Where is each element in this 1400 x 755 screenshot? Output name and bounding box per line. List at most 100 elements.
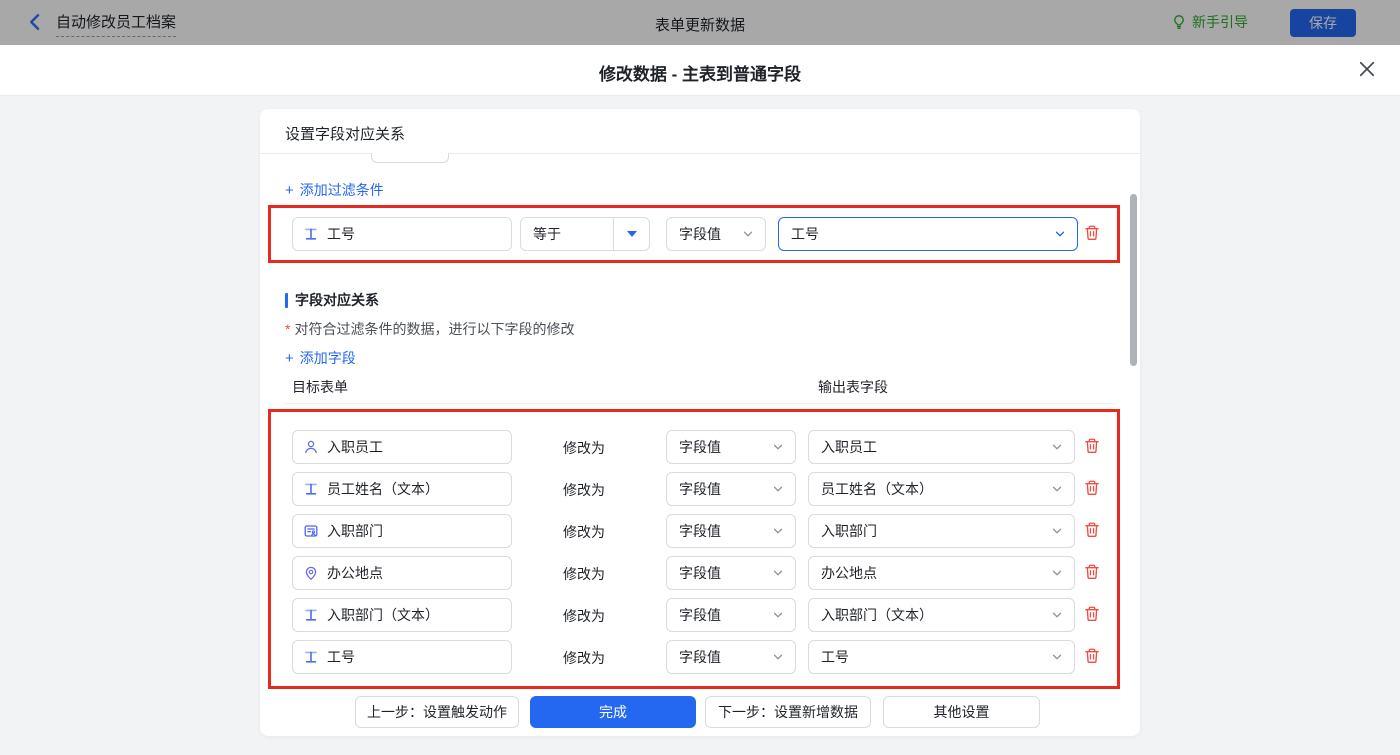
- output-field-select[interactable]: 办公地点: [808, 556, 1075, 590]
- modify-to-label: 修改为: [563, 648, 605, 668]
- chevron-down-icon: [1050, 566, 1064, 580]
- target-field-label: 工号: [327, 647, 355, 667]
- add-field-label: 添加字段: [300, 348, 356, 368]
- dialog-header: 修改数据 - 主表到普通字段: [0, 45, 1400, 95]
- output-field-select[interactable]: 入职员工: [808, 430, 1075, 464]
- guide-label: 新手引导: [1192, 12, 1248, 32]
- output-field-value: 工号: [809, 647, 1050, 667]
- triangle-down-icon: [627, 231, 637, 237]
- dialog-body: 设置字段对应关系 + 添加过滤条件 工号 等于: [0, 95, 1400, 755]
- save-button[interactable]: 保存: [1290, 9, 1356, 37]
- chevron-down-icon: [1050, 440, 1064, 454]
- trash-icon: [1083, 224, 1101, 242]
- value-type-value: 字段值: [667, 605, 771, 625]
- filter-field-input[interactable]: 工号: [292, 217, 512, 251]
- done-button[interactable]: 完成: [530, 696, 696, 728]
- target-field-input[interactable]: 入职员工: [292, 430, 512, 464]
- output-field-select[interactable]: 员工姓名（文本）: [808, 472, 1075, 506]
- value-type-select[interactable]: 字段值: [666, 598, 796, 632]
- section-title: 字段对应关系: [285, 290, 379, 310]
- chevron-down-icon: [1053, 227, 1067, 241]
- top-bar: 自动修改员工档案 表单更新数据 新手引导 保存: [0, 0, 1400, 45]
- add-filter-label: 添加过滤条件: [300, 180, 384, 200]
- target-field-label: 办公地点: [327, 563, 383, 583]
- output-field-value: 入职员工: [809, 437, 1050, 457]
- delete-row-button[interactable]: [1082, 479, 1102, 499]
- target-field-input[interactable]: 办公地点: [292, 556, 512, 590]
- plus-icon: +: [285, 183, 294, 198]
- target-field-label: 入职员工: [327, 437, 383, 457]
- delete-row-button[interactable]: [1082, 647, 1102, 667]
- filter-value: 工号: [779, 224, 1053, 244]
- modify-to-label: 修改为: [563, 438, 605, 458]
- close-icon: [1357, 59, 1377, 79]
- plus-icon: +: [285, 351, 294, 366]
- target-field-label: 入职部门: [327, 521, 383, 541]
- trash-icon: [1083, 647, 1101, 665]
- other-settings-button[interactable]: 其他设置: [883, 696, 1040, 728]
- output-field-select[interactable]: 工号: [808, 640, 1075, 674]
- location-icon: [303, 565, 319, 581]
- mapping-row: 员工姓名（文本） 修改为 字段值 员工姓名（文本）: [260, 472, 1140, 506]
- section-description: *对符合过滤条件的数据，进行以下字段的修改: [285, 319, 574, 339]
- value-type-value: 字段值: [667, 563, 771, 583]
- delete-row-button[interactable]: [1082, 437, 1102, 457]
- value-type-select[interactable]: 字段值: [666, 556, 796, 590]
- filter-field-label: 工号: [327, 224, 355, 244]
- chevron-down-icon: [771, 524, 785, 538]
- value-type-select[interactable]: 字段值: [666, 514, 796, 548]
- page: 自动修改员工档案 表单更新数据 新手引导 保存 修改数据 - 主表到普通字段 设…: [0, 0, 1400, 755]
- add-field-link[interactable]: + 添加字段: [285, 348, 356, 368]
- filter-operator-select[interactable]: 等于: [520, 217, 650, 251]
- value-type-select[interactable]: 字段值: [666, 472, 796, 506]
- delete-filter-button[interactable]: [1082, 224, 1102, 244]
- output-field-select[interactable]: 入职部门: [808, 514, 1075, 548]
- chevron-down-icon: [771, 608, 785, 622]
- chevron-down-icon: [1050, 482, 1064, 496]
- value-type-value: 字段值: [667, 521, 771, 541]
- text-icon: [303, 481, 319, 497]
- add-filter-link[interactable]: + 添加过滤条件: [285, 180, 384, 200]
- trash-icon: [1083, 563, 1101, 581]
- mapping-row: 工号 修改为 字段值 工号: [260, 640, 1140, 674]
- bulb-icon: [1171, 14, 1187, 30]
- value-type-value: 字段值: [667, 479, 771, 499]
- panel-header: 设置字段对应关系: [285, 123, 405, 144]
- chevron-down-icon: [771, 440, 785, 454]
- chevron-down-icon: [771, 650, 785, 664]
- output-field-select[interactable]: 入职部门（文本）: [808, 598, 1075, 632]
- mapping-row: 入职部门（文本） 修改为 字段值 入职部门（文本）: [260, 598, 1140, 632]
- chevron-down-icon: [1050, 650, 1064, 664]
- target-field-input[interactable]: 入职部门: [292, 514, 512, 548]
- operator-dropdown-toggle[interactable]: [613, 218, 649, 250]
- chevron-down-icon: [771, 566, 785, 580]
- settings-panel: 设置字段对应关系 + 添加过滤条件 工号 等于: [260, 109, 1140, 736]
- target-field-input[interactable]: 入职部门（文本）: [292, 598, 512, 632]
- target-field-input[interactable]: 员工姓名（文本）: [292, 472, 512, 506]
- target-field-input[interactable]: 工号: [292, 640, 512, 674]
- text-icon: [303, 649, 319, 665]
- delete-row-button[interactable]: [1082, 521, 1102, 541]
- scrollbar-thumb[interactable]: [1130, 194, 1137, 366]
- chevron-down-icon: [771, 482, 785, 496]
- delete-row-button[interactable]: [1082, 605, 1102, 625]
- close-button[interactable]: [1356, 59, 1378, 81]
- delete-row-button[interactable]: [1082, 563, 1102, 583]
- beginner-guide-link[interactable]: 新手引导: [1171, 12, 1248, 32]
- trash-icon: [1083, 605, 1101, 623]
- filter-value-select[interactable]: 工号: [778, 217, 1078, 251]
- department-icon: [303, 523, 319, 539]
- text-icon: [303, 607, 319, 623]
- value-type-select[interactable]: 字段值: [666, 430, 796, 464]
- value-type-select[interactable]: 字段值: [666, 640, 796, 674]
- output-field-value: 入职部门: [809, 521, 1050, 541]
- prev-step-button[interactable]: 上一步：设置触发动作: [355, 696, 519, 728]
- modify-to-label: 修改为: [563, 480, 605, 500]
- dialog-title: 修改数据 - 主表到普通字段: [0, 60, 1400, 85]
- filter-value-type-select[interactable]: 字段值: [666, 217, 766, 251]
- text-icon: [303, 226, 319, 242]
- modify-to-label: 修改为: [563, 606, 605, 626]
- person-icon: [303, 439, 319, 455]
- operator-value: 等于: [521, 224, 613, 244]
- next-step-button[interactable]: 下一步：设置新增数据: [705, 696, 871, 728]
